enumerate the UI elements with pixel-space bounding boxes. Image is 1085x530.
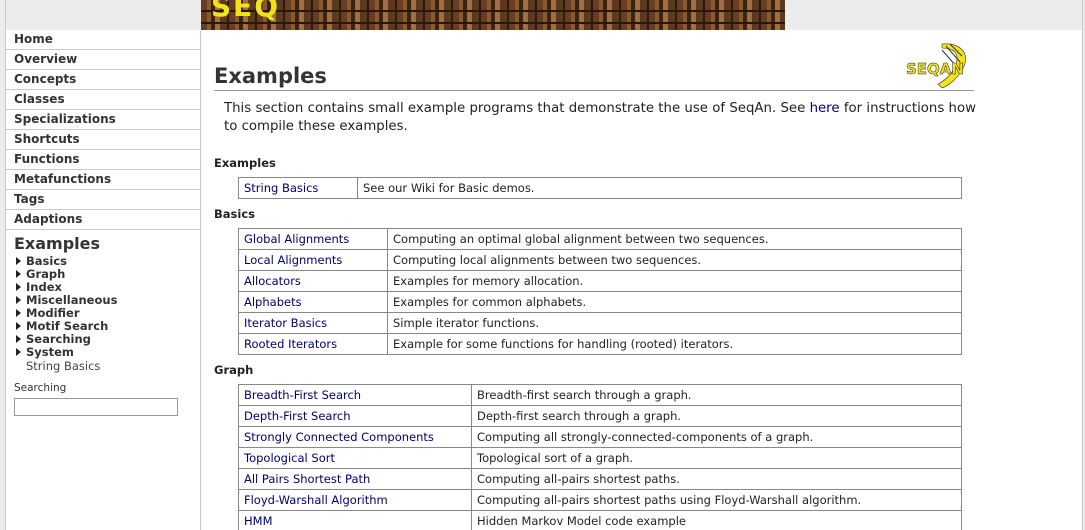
example-link-string-basics[interactable]: String Basics bbox=[238, 177, 358, 199]
sidebar-sub-item-label: Motif Search bbox=[26, 319, 109, 333]
table-row: Strongly Connected Components Computing a… bbox=[238, 426, 962, 448]
example-description: Examples for memory allocation. bbox=[387, 270, 962, 292]
examples-table-examples: String Basics See our Wiki for Basic demo… bbox=[238, 177, 962, 199]
example-link-global-alignments[interactable]: Global Alignments bbox=[238, 228, 388, 250]
search-input[interactable] bbox=[14, 398, 178, 416]
sidebar-item-concepts[interactable]: Concepts bbox=[6, 70, 200, 90]
expand-triangle-icon[interactable] bbox=[16, 348, 21, 356]
example-link-rooted-iterators[interactable]: Rooted Iterators bbox=[238, 333, 388, 355]
example-description: Computing an optimal global alignment be… bbox=[387, 228, 962, 250]
intro-paragraph: This section contains small example prog… bbox=[224, 101, 976, 134]
here-link[interactable]: here bbox=[810, 101, 840, 116]
expand-triangle-icon[interactable] bbox=[16, 270, 21, 278]
example-description: Computing all-pairs shortest paths using… bbox=[471, 489, 962, 511]
sidebar-sub-item-label: Searching bbox=[26, 332, 91, 346]
table-row: All Pairs Shortest Path Computing all-pai… bbox=[238, 468, 962, 490]
example-description: Computing all-pairs shortest paths. bbox=[471, 468, 962, 490]
sidebar-sub-item-label: Basics bbox=[26, 254, 67, 268]
sidebar-item-tags[interactable]: Tags bbox=[6, 190, 200, 210]
section-heading-basics: Basics bbox=[214, 207, 255, 221]
sidebar-item-metafunctions[interactable]: Metafunctions bbox=[6, 170, 200, 190]
svg-text:SEQAN: SEQAN bbox=[906, 60, 964, 78]
expand-triangle-icon[interactable] bbox=[16, 309, 21, 317]
sidebar-active-examples[interactable]: Examples bbox=[6, 233, 200, 255]
table-row: String Basics See our Wiki for Basic demo… bbox=[238, 177, 962, 199]
sidebar-item-classes[interactable]: Classes bbox=[6, 90, 200, 110]
example-description: Example for some functions for handling … bbox=[387, 333, 962, 355]
table-row: Alphabets Examples for common alphabets. bbox=[238, 291, 962, 313]
example-description: Depth-first search through a graph. bbox=[471, 405, 962, 427]
sidebar-item-adaptions[interactable]: Adaptions bbox=[6, 210, 200, 230]
sidebar-sub-item-label: System bbox=[26, 345, 74, 359]
example-description: Computing all strongly-connected-compone… bbox=[471, 426, 962, 448]
sidebar-sub-item-label: Graph bbox=[26, 267, 66, 281]
sidebar-sub-item-label: Miscellaneous bbox=[26, 293, 118, 307]
example-link-topological-sort[interactable]: Topological Sort bbox=[238, 447, 472, 469]
sidebar-sub-nav: Basics Graph Index Miscellaneous Modifier Mot… bbox=[6, 255, 200, 359]
example-link-alphabets[interactable]: Alphabets bbox=[238, 291, 388, 313]
sidebar-sub-item-label: Index bbox=[26, 280, 62, 294]
seqan-banner-logo[interactable]: SEQ bbox=[211, 0, 331, 30]
example-description: Examples for common alphabets. bbox=[387, 291, 962, 313]
example-link-depth-first-search[interactable]: Depth-First Search bbox=[238, 405, 472, 427]
table-row: Topological Sort Topological sort of a gr… bbox=[238, 447, 962, 469]
example-link-local-alignments[interactable]: Local Alignments bbox=[238, 249, 388, 271]
table-row: Global Alignments Computing an optimal gl… bbox=[238, 228, 962, 250]
expand-triangle-icon[interactable] bbox=[16, 257, 21, 265]
example-description: See our Wiki for Basic demos. bbox=[357, 177, 962, 199]
example-description: Computing local alignments between two s… bbox=[387, 249, 962, 271]
examples-table-graph: Breadth-First Search Breadth-first search… bbox=[238, 384, 962, 530]
sidebar-sub-item-label: Modifier bbox=[26, 306, 80, 320]
sidebar-sub-item-system[interactable]: System bbox=[6, 346, 200, 359]
example-link-strongly-connected-components[interactable]: Strongly Connected Components bbox=[238, 426, 472, 448]
sidebar-item-overview[interactable]: Overview bbox=[6, 50, 200, 70]
table-row: Iterator Basics Simple iterator functions… bbox=[238, 312, 962, 334]
main-content: Examples SEQAN This section contains sma… bbox=[214, 30, 1074, 530]
table-row: Allocators Examples for memory allocation… bbox=[238, 270, 962, 292]
sidebar-item-functions[interactable]: Functions bbox=[6, 150, 200, 170]
example-link-allocators[interactable]: Allocators bbox=[238, 270, 388, 292]
section-heading-examples: Examples bbox=[214, 156, 276, 170]
section-heading-graph: Graph bbox=[214, 363, 254, 377]
table-row: Rooted Iterators Example for some functio… bbox=[238, 333, 962, 355]
sidebar-item-shortcuts[interactable]: Shortcuts bbox=[6, 130, 200, 150]
example-description: Topological sort of a graph. bbox=[471, 447, 962, 469]
examples-table-basics: Global Alignments Computing an optimal gl… bbox=[238, 228, 962, 355]
expand-triangle-icon[interactable] bbox=[16, 283, 21, 291]
example-link-hmm[interactable]: HMM bbox=[238, 510, 472, 530]
sidebar-item-specializations[interactable]: Specializations bbox=[6, 110, 200, 130]
sidebar-nav: Home Overview Concepts Classes Specializatio… bbox=[6, 30, 200, 230]
table-row: Floyd-Warshall Algorithm Computing all-pa… bbox=[238, 489, 962, 511]
page-title: Examples bbox=[214, 64, 327, 88]
expand-triangle-icon[interactable] bbox=[16, 296, 21, 304]
table-row: Local Alignments Computing local alignmen… bbox=[238, 249, 962, 271]
title-divider bbox=[214, 90, 974, 91]
seqan-logo[interactable]: SEQAN bbox=[902, 40, 972, 90]
example-link-breadth-first-search[interactable]: Breadth-First Search bbox=[238, 384, 472, 406]
sidebar-sub-item-string-basics[interactable]: String Basics bbox=[6, 359, 200, 373]
example-link-all-pairs-shortest-path[interactable]: All Pairs Shortest Path bbox=[238, 468, 472, 490]
expand-triangle-icon[interactable] bbox=[16, 335, 21, 343]
sidebar-item-home[interactable]: Home bbox=[6, 30, 200, 50]
example-description: Hidden Markov Model code example bbox=[471, 510, 962, 530]
header-banner-image: SEQ bbox=[201, 0, 785, 30]
sidebar: Home Overview Concepts Classes Specializatio… bbox=[6, 30, 201, 530]
example-link-iterator-basics[interactable]: Iterator Basics bbox=[238, 312, 388, 334]
example-description: Breadth-first search through a graph. bbox=[471, 384, 962, 406]
table-row: Depth-First Search Depth-first search thr… bbox=[238, 405, 962, 427]
page: SEQ Home Overview Concepts Classes Specializ… bbox=[5, 0, 1083, 530]
search-label: Searching bbox=[14, 382, 67, 394]
expand-triangle-icon[interactable] bbox=[16, 322, 21, 330]
example-link-floyd-warshall-algorithm[interactable]: Floyd-Warshall Algorithm bbox=[238, 489, 472, 511]
table-row: Breadth-First Search Breadth-first search… bbox=[238, 384, 962, 406]
table-row: HMM Hidden Markov Model code example bbox=[238, 510, 962, 530]
example-description: Simple iterator functions. bbox=[387, 312, 962, 334]
